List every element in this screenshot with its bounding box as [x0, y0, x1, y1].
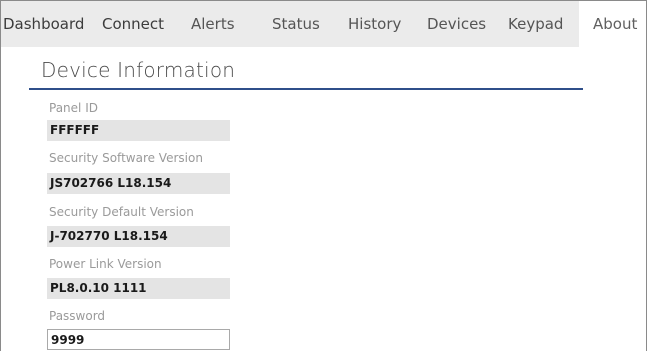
tab-dashboard[interactable]: Dashboard — [1, 1, 95, 47]
tab-bar: Dashboard Connect Alerts Status History … — [1, 1, 646, 47]
tab-alerts[interactable]: Alerts — [191, 1, 241, 47]
tab-history[interactable]: History — [348, 1, 408, 47]
tab-keypad[interactable]: Keypad — [508, 1, 568, 47]
security-software-version-label: Security Software Version — [49, 151, 203, 165]
password-field[interactable] — [47, 329, 230, 350]
tab-about[interactable]: About — [579, 1, 646, 47]
app-frame: Dashboard Connect Alerts Status History … — [0, 0, 647, 351]
security-default-version-value: J-702770 L18.154 — [47, 226, 230, 247]
security-default-version-label: Security Default Version — [49, 205, 194, 219]
panel-id-value: FFFFFF — [47, 120, 230, 141]
panel-id-label: Panel ID — [49, 101, 98, 115]
tab-connect[interactable]: Connect — [102, 1, 172, 47]
tab-status[interactable]: Status — [272, 1, 322, 47]
title-divider — [29, 88, 583, 90]
power-link-version-value: PL8.0.10 1111 — [47, 278, 230, 299]
tab-devices[interactable]: Devices — [427, 1, 487, 47]
security-software-version-value: JS702766 L18.154 — [47, 173, 230, 194]
section-title: Device Information — [41, 58, 236, 82]
password-label: Password — [49, 309, 106, 323]
power-link-version-label: Power Link Version — [49, 257, 162, 271]
